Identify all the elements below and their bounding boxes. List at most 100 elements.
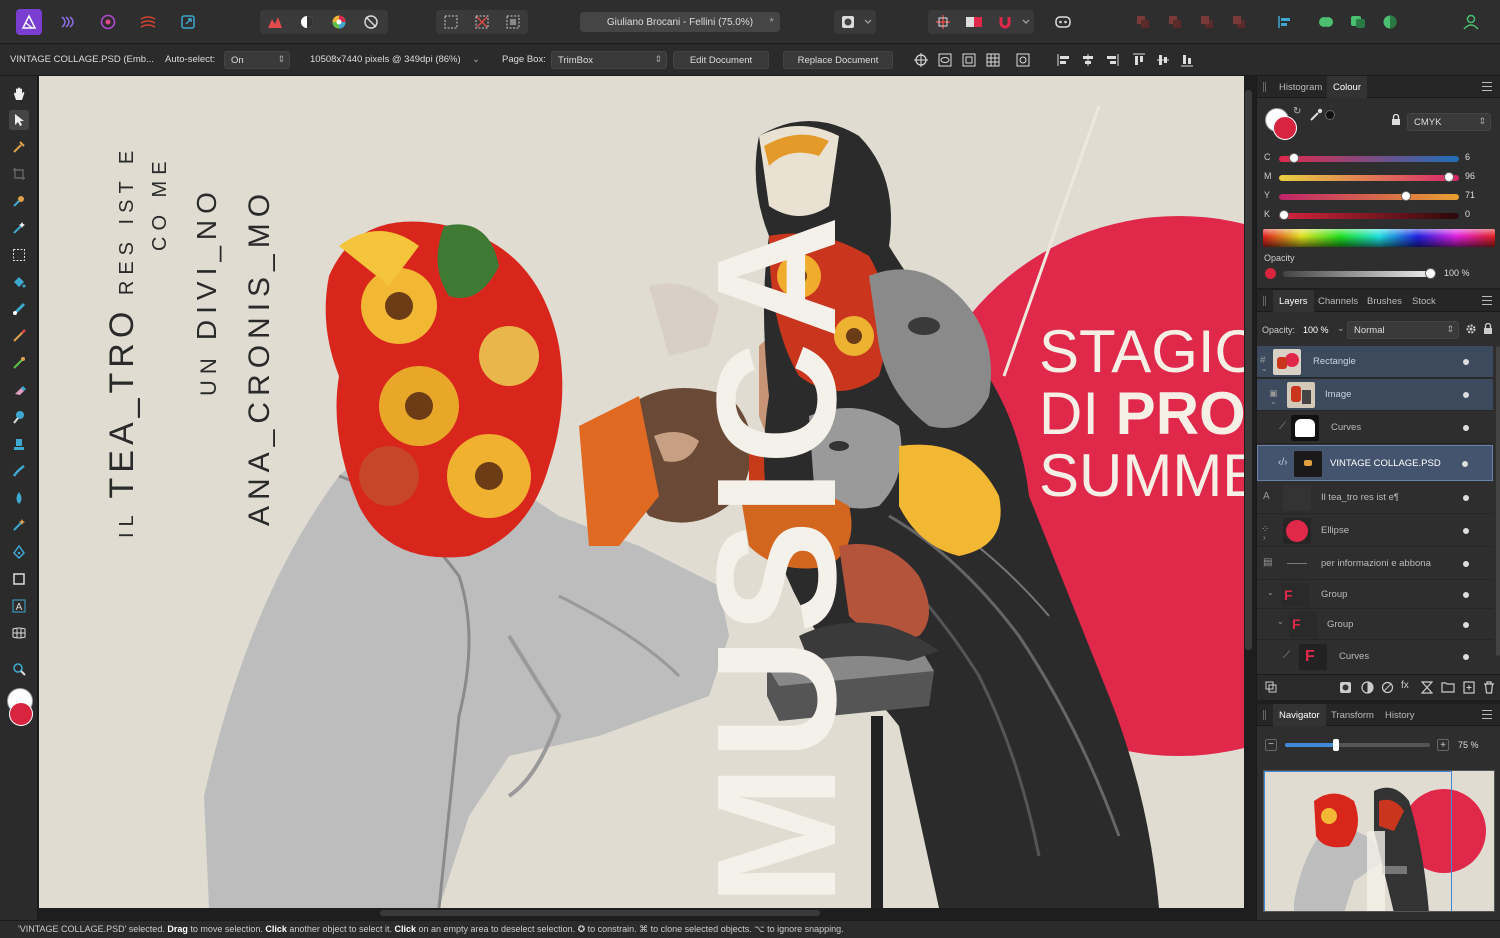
dodge-tool-icon[interactable] [9, 407, 29, 427]
zoom-in-button[interactable]: + [1437, 739, 1449, 751]
layer-visibility-dot[interactable] [1463, 561, 1469, 567]
erase-brush-tool-icon[interactable] [9, 380, 29, 400]
paint-brush-tool-icon[interactable] [9, 326, 29, 346]
chevron-down-icon[interactable]: ⌄ [1267, 588, 1274, 597]
layer-ellipse[interactable]: ⁘ › Ellipse [1257, 515, 1493, 547]
pen-tool-icon[interactable] [9, 542, 29, 562]
flood-fill-tool-icon[interactable] [9, 272, 29, 292]
picked-colour-swatch[interactable] [1325, 110, 1335, 120]
crop-tool-icon[interactable] [9, 164, 29, 184]
layer-lock-icon[interactable] [1483, 322, 1493, 338]
channel-value[interactable]: 0 [1465, 209, 1470, 219]
tab-layers[interactable]: Layers [1273, 290, 1314, 312]
fill-swatch-primary[interactable] [1273, 116, 1297, 140]
document-canvas[interactable]: IL TEA_TRO RES IST E CO ME UN DIVI_NO AN… [39, 76, 1244, 908]
burn-tool-icon[interactable] [9, 434, 29, 454]
document-modified-indicator[interactable]: * [769, 15, 774, 29]
group-folder-icon[interactable] [1441, 681, 1455, 696]
grid-icon[interactable] [984, 52, 1002, 68]
tab-histogram[interactable]: Histogram [1273, 76, 1328, 98]
export-persona-icon[interactable] [175, 9, 201, 35]
opacity-chevron-icon[interactable]: ⌄ [1337, 323, 1345, 334]
swap-colours-icon[interactable]: ↻ [1293, 106, 1301, 117]
chevron-down-icon[interactable]: ⌄ [1261, 364, 1268, 373]
tab-colour[interactable]: Colour [1327, 76, 1367, 98]
layer-curves-2[interactable]: ⟋ F Curves [1257, 641, 1493, 672]
affinity-photo-persona-icon[interactable] [16, 9, 42, 35]
layer-visibility-dot[interactable] [1463, 359, 1469, 365]
account-icon[interactable] [1458, 9, 1484, 35]
channel-slider-knob[interactable] [1279, 210, 1289, 220]
fx-icon[interactable]: fx [1401, 680, 1409, 691]
replace-document-button[interactable]: Replace Document [783, 51, 893, 69]
invert-selection-icon[interactable] [500, 10, 526, 34]
layer-group-1[interactable]: ⌄ F Group [1257, 581, 1493, 609]
chevron-down-icon[interactable]: ⌄ [1270, 397, 1277, 406]
layer-visibility-dot[interactable] [1462, 461, 1468, 467]
align-bottom-icon[interactable] [1178, 52, 1196, 68]
chevron-down-icon[interactable]: ⌄ [1277, 617, 1284, 626]
panel-menu-icon[interactable] [1482, 296, 1492, 305]
rectangle-tool-icon[interactable] [9, 569, 29, 589]
eyedropper-icon[interactable] [1309, 108, 1323, 125]
color-picker-tool-icon[interactable] [9, 137, 29, 157]
view-hand-tool-icon[interactable] [9, 84, 29, 104]
levels-icon[interactable] [262, 10, 288, 34]
zoom-out-button[interactable]: − [1265, 739, 1277, 751]
opacity-value[interactable]: 100 % [1444, 268, 1470, 278]
deselect-icon[interactable] [469, 10, 495, 34]
tab-stock[interactable]: Stock [1406, 290, 1442, 312]
colour-wheel-icon[interactable] [326, 10, 352, 34]
channel-value[interactable]: 6 [1465, 152, 1470, 162]
stagione-title[interactable]: STAGIONE DI PROSA SUMMER [1039, 321, 1244, 507]
tab-channels[interactable]: Channels [1312, 290, 1364, 312]
layer-vintage-collage-psd[interactable]: ‹/› VINTAGE COLLAGE.PSD [1257, 445, 1493, 481]
tone-mapping-persona-icon[interactable] [135, 9, 161, 35]
channel-slider-track[interactable] [1279, 194, 1459, 200]
arrange-backward-icon[interactable] [1162, 9, 1188, 35]
auto-select-dropdown[interactable]: On ⇕ [224, 51, 290, 69]
arrange-forward-icon[interactable] [1194, 9, 1220, 35]
layer-frame-text[interactable]: ▤ per informazioni e abbona [1257, 548, 1493, 580]
layer-visibility-dot[interactable] [1463, 592, 1469, 598]
page-box-dropdown[interactable]: TrimBox ⇕ [551, 51, 667, 69]
document-title-tab[interactable]: Giuliano Brocani - Fellini (75.0%) * [580, 12, 780, 32]
quick-mask-dropdown-icon[interactable] [860, 10, 876, 34]
layers-scrollbar[interactable] [1496, 346, 1500, 656]
navigator-preview[interactable] [1263, 770, 1495, 912]
tab-brushes[interactable]: Brushes [1361, 290, 1408, 312]
align-center-icon[interactable] [1079, 52, 1097, 68]
boolean-subtract-icon[interactable] [1345, 9, 1371, 35]
tab-transform[interactable]: Transform [1325, 704, 1380, 726]
primary-colour-swatch[interactable] [9, 702, 33, 726]
inpainting-brush-tool-icon[interactable] [9, 515, 29, 535]
clone-brush-tool-icon[interactable] [9, 353, 29, 373]
select-all-icon[interactable] [438, 10, 464, 34]
layer-visibility-dot[interactable] [1463, 495, 1469, 501]
channel-value[interactable]: 71 [1465, 190, 1475, 200]
channel-slider-track[interactable] [1279, 213, 1459, 219]
channel-value[interactable]: 96 [1465, 171, 1475, 181]
layer-curves-adjustment[interactable]: ⟋ Curves [1257, 412, 1493, 444]
layer-settings-gear-icon[interactable] [1465, 323, 1477, 338]
quick-mask-icon[interactable] [835, 10, 861, 34]
zoom-tool-icon[interactable] [9, 659, 29, 679]
musica-vertical-title[interactable]: MUSICA [679, 211, 875, 906]
layer-options-icon[interactable] [1265, 681, 1277, 696]
flood-select-tool-icon[interactable] [9, 218, 29, 238]
align-middle-icon[interactable] [1154, 52, 1172, 68]
liquify-persona-icon[interactable] [55, 9, 81, 35]
layer-visibility-dot[interactable] [1463, 528, 1469, 534]
align-icon[interactable] [1272, 9, 1298, 35]
hide-selection-icon[interactable] [936, 52, 954, 68]
gradient-tool-icon[interactable] [9, 299, 29, 319]
add-layer-icon[interactable] [1463, 681, 1475, 697]
snapping-magnet-icon[interactable] [992, 10, 1018, 34]
tab-history[interactable]: History [1379, 704, 1421, 726]
channel-slider-track[interactable] [1279, 156, 1459, 162]
move-tool-icon[interactable] [9, 110, 29, 130]
delete-layer-trash-icon[interactable] [1483, 681, 1495, 697]
auto-correct-icon[interactable] [358, 10, 384, 34]
assistant-icon[interactable] [1050, 9, 1076, 35]
layer-opacity-value[interactable]: 100 % [1303, 325, 1329, 335]
